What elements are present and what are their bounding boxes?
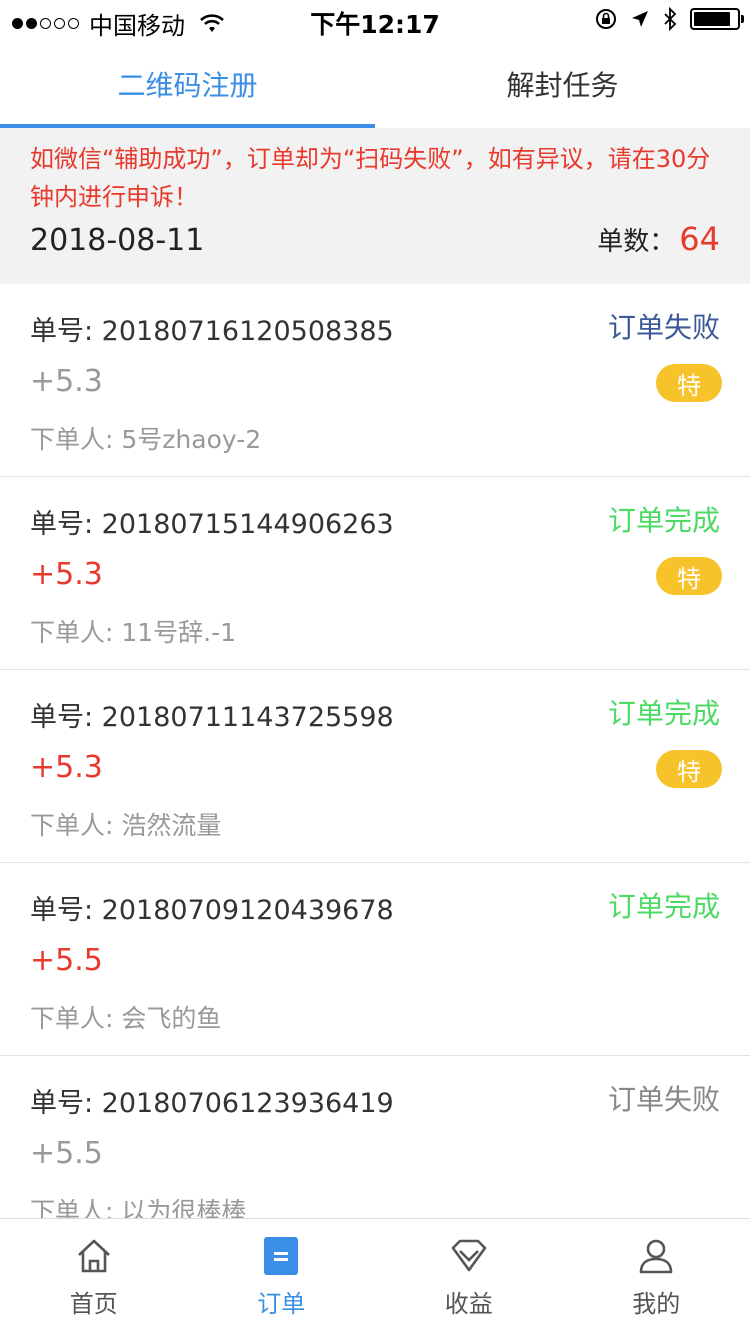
nav-mine-label: 我的 bbox=[632, 1284, 680, 1319]
order-amount: +5.3 bbox=[30, 364, 103, 399]
order-number: 单号: 20180711143725598 bbox=[30, 695, 394, 734]
order-amount: +5.3 bbox=[30, 750, 103, 785]
order-number: 单号: 20180706123936419 bbox=[30, 1081, 394, 1120]
order-item[interactable]: 单号: 20180715144906263 订单完成 +5.3 下单人: 11号辞.-… bbox=[0, 477, 750, 670]
nav-orders[interactable]: 订单 bbox=[188, 1219, 376, 1335]
count-value: 64 bbox=[679, 220, 720, 258]
special-tag-badge: 特 bbox=[656, 364, 722, 402]
battery-icon bbox=[690, 8, 740, 30]
count-label: 单数： bbox=[597, 227, 675, 257]
order-item[interactable]: 单号: 20180716120508385 订单失败 +5.3 下单人: 5号zhao… bbox=[0, 284, 750, 477]
special-tag-badge: 特 bbox=[656, 750, 722, 788]
nav-earnings-label: 收益 bbox=[445, 1284, 493, 1319]
status-right bbox=[594, 7, 740, 31]
bluetooth-icon bbox=[662, 7, 678, 31]
bottom-nav: 首页 订单 收益 我的 bbox=[0, 1218, 750, 1335]
home-icon bbox=[74, 1236, 114, 1276]
order-status: 订单完成 bbox=[608, 692, 720, 732]
tab-qrcode-register[interactable]: 二维码注册 bbox=[0, 40, 375, 128]
order-buyer: 下单人: 以为很棒棒 bbox=[30, 1192, 246, 1218]
order-buyer: 下单人: 会飞的鱼 bbox=[30, 999, 221, 1035]
order-item[interactable]: 单号: 20180706123936419 订单失败 +5.5 下单人: 以为很棒棒 bbox=[0, 1056, 750, 1218]
summary-row: 2018-08-11 单数：64 bbox=[30, 220, 720, 258]
order-status: 订单失败 bbox=[608, 306, 720, 346]
order-icon bbox=[261, 1236, 301, 1276]
order-item[interactable]: 单号: 20180709120439678 订单完成 +5.5 下单人: 会飞的鱼 bbox=[0, 863, 750, 1056]
order-status: 订单失败 bbox=[608, 1078, 720, 1118]
nav-orders-label: 订单 bbox=[257, 1284, 305, 1319]
location-arrow-icon bbox=[630, 9, 650, 29]
order-buyer: 下单人: 11号辞.-1 bbox=[30, 613, 236, 649]
order-buyer: 下单人: 5号zhaoy-2 bbox=[30, 420, 261, 456]
notice-text: 如微信“辅助成功”，订单却为“扫码失败”，如有异议，请在30分钟内进行申诉！ bbox=[30, 140, 720, 216]
order-item[interactable]: 单号: 20180711143725598 订单完成 +5.3 下单人: 浩然流量 特 bbox=[0, 670, 750, 863]
order-count: 单数：64 bbox=[597, 220, 720, 258]
order-list: 单号: 20180716120508385 订单失败 +5.3 下单人: 5号zhao… bbox=[0, 284, 750, 1218]
order-status: 订单完成 bbox=[608, 499, 720, 539]
date-label: 2018-08-11 bbox=[30, 223, 204, 258]
diamond-icon bbox=[449, 1236, 489, 1276]
order-number: 单号: 20180715144906263 bbox=[30, 502, 394, 541]
special-tag-badge: 特 bbox=[656, 557, 722, 595]
order-amount: +5.5 bbox=[30, 943, 103, 978]
order-amount: +5.3 bbox=[30, 557, 103, 592]
order-buyer: 下单人: 浩然流量 bbox=[30, 806, 221, 842]
user-icon bbox=[636, 1236, 676, 1276]
status-bar: 中国移动 下午12:17 bbox=[0, 0, 750, 40]
order-status: 订单完成 bbox=[608, 885, 720, 925]
orientation-lock-icon bbox=[594, 7, 618, 31]
nav-home[interactable]: 首页 bbox=[0, 1219, 188, 1335]
order-number: 单号: 20180716120508385 bbox=[30, 309, 394, 348]
order-amount: +5.5 bbox=[30, 1136, 103, 1171]
nav-earnings[interactable]: 收益 bbox=[375, 1219, 563, 1335]
notice-panel: 如微信“辅助成功”，订单却为“扫码失败”，如有异议，请在30分钟内进行申诉！ 2… bbox=[0, 128, 750, 284]
nav-home-label: 首页 bbox=[70, 1284, 118, 1319]
top-tabs: 二维码注册 解封任务 bbox=[0, 40, 750, 128]
nav-mine[interactable]: 我的 bbox=[563, 1219, 750, 1335]
tab-unblock-task[interactable]: 解封任务 bbox=[375, 40, 750, 128]
order-number: 单号: 20180709120439678 bbox=[30, 888, 394, 927]
